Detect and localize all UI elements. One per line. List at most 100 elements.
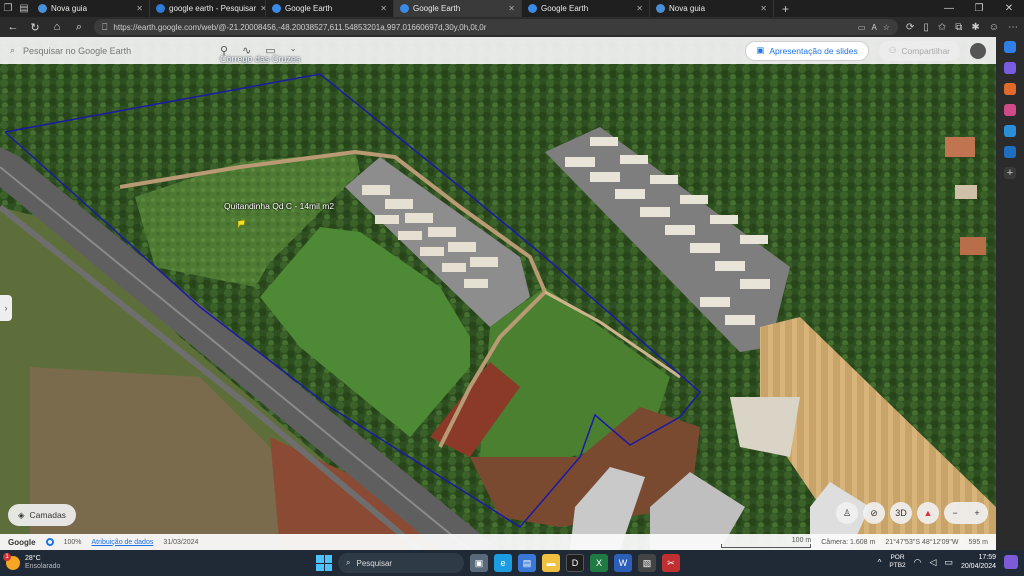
taskbar-search[interactable]: ⌕ Pesquisar (338, 553, 464, 573)
map-controls: ♙ ⊘ 3D ▲ − + (836, 502, 988, 524)
tab-close-icon[interactable]: ✕ (380, 4, 387, 13)
excel-icon[interactable]: X (590, 554, 608, 572)
tab-close-icon[interactable]: ✕ (508, 4, 515, 13)
lang-bottom: PTB2 (889, 562, 906, 569)
tab-google-earth-3[interactable]: Google Earth ✕ (522, 0, 650, 17)
weather-desc: Ensolarado (25, 563, 61, 570)
read-aloud-icon[interactable]: A (871, 23, 876, 32)
url-text[interactable]: https://earth.google.com/web/@-21.200084… (113, 23, 851, 32)
tab-close-icon[interactable]: ✕ (136, 4, 143, 13)
layers-label: Camadas (29, 510, 66, 520)
layers-button[interactable]: ◈ Camadas (8, 504, 76, 526)
close-window-icon[interactable]: ✕ (994, 3, 1024, 14)
tools-icon[interactable] (1004, 62, 1016, 74)
placemark-label[interactable]: Quitandinha Qd C - 14mil m2 (224, 201, 334, 211)
refresh-page-icon[interactable]: ⟳ (906, 22, 914, 33)
tab-nova-guia-2[interactable]: Nova guia ✕ (650, 0, 774, 17)
tab-close-icon[interactable]: ✕ (636, 4, 643, 13)
favorite-star-icon[interactable]: ☆ (883, 23, 890, 32)
screen: ❐ ▤ Nova guia ✕ google earth - Pesquisar… (0, 0, 1024, 576)
workspaces-icon[interactable]: ❐ (0, 0, 16, 17)
tray-chevron-icon[interactable]: ^ (878, 558, 882, 567)
games-icon[interactable] (1004, 104, 1016, 116)
profile-icon[interactable]: ☺ (989, 22, 999, 33)
file-explorer-icon[interactable]: ▬ (542, 554, 560, 572)
reader-icon[interactable]: ▭ (858, 23, 866, 32)
snipping-tool-icon[interactable]: ✂ (662, 554, 680, 572)
earth-search-input[interactable]: Pesquisar no Google Earth (23, 46, 131, 56)
favorites-icon[interactable]: ✩ (938, 22, 946, 33)
account-avatar[interactable] (970, 42, 986, 59)
windows-taskbar: 1 28°C Ensolarado ⌕ Pesquisar ▣ e ▤ ▬ D … (0, 550, 1024, 576)
tab-google-earth-active[interactable]: Google Earth ✕ (394, 0, 522, 17)
wifi-icon[interactable]: ◠ (914, 557, 922, 568)
expand-panel-icon[interactable]: › (0, 295, 12, 321)
shopping-icon[interactable] (1004, 83, 1016, 95)
share-label: Compartilhar (901, 45, 950, 56)
dell-icon[interactable]: D (566, 554, 584, 572)
tab-google-earth-search[interactable]: google earth - Pesquisar ✕ (150, 0, 266, 17)
language-indicator[interactable]: POR PTB2 (889, 554, 905, 570)
refresh-icon[interactable]: ↻ (28, 21, 42, 34)
share-button[interactable]: ⚇ Compartilhar (878, 40, 960, 61)
tab-favicon-icon (272, 4, 281, 13)
zoom-in-icon[interactable]: + (966, 502, 988, 524)
satellite-imagery[interactable] (0, 37, 996, 550)
tab-favicon-icon (528, 4, 537, 13)
taskbar-search-label: Pesquisar (356, 558, 393, 568)
windows-start-icon[interactable] (316, 555, 332, 571)
microsoft-store-icon[interactable]: ▤ (518, 554, 536, 572)
taskbar-apps: ⌕ Pesquisar ▣ e ▤ ▬ D X W ▧ ✂ (316, 553, 680, 573)
back-icon[interactable]: ← (6, 21, 20, 33)
tab-label: Google Earth (285, 4, 333, 13)
maximize-icon[interactable]: ❐ (964, 3, 994, 14)
earth-toolbar: ⌕ Pesquisar no Google Earth ⚲ ∿ ▭ ⌄ ▣ Ap… (0, 37, 996, 64)
minimize-icon[interactable]: — (934, 3, 964, 14)
tab-close-icon[interactable]: ✕ (760, 4, 767, 13)
slideshow-button[interactable]: ▣ Apresentação de slides (745, 40, 869, 61)
photos-icon[interactable]: ▧ (638, 554, 656, 572)
extensions-icon[interactable]: ✱ (971, 22, 979, 33)
weather-temp: 28°C (25, 555, 41, 562)
tab-google-earth-1[interactable]: Google Earth ✕ (266, 0, 394, 17)
browser-nav-bar: ← ↻ ⌂ ⌕ ⎕ https://earth.google.com/web/@… (0, 17, 1024, 37)
zoom-out-icon[interactable]: − (944, 502, 966, 524)
battery-icon[interactable]: ▭ (944, 557, 953, 568)
reset-view-icon[interactable]: ⊘ (863, 502, 885, 524)
more-menu-icon[interactable]: ⋯ (1008, 22, 1018, 33)
tab-actions-icon[interactable]: ▤ (16, 0, 32, 17)
lang-top: POR (890, 554, 905, 561)
pegman-icon[interactable]: ♙ (836, 502, 858, 524)
earth-map-viewport[interactable]: ⌕ Pesquisar no Google Earth ⚲ ∿ ▭ ⌄ ▣ Ap… (0, 37, 996, 550)
loading-ring-icon (45, 538, 54, 546)
edge-browser-icon[interactable]: e (494, 554, 512, 572)
earth-status-bar: Google 100% Atribuição de dados 31/03/20… (0, 534, 996, 550)
compass-icon[interactable]: ▲ (917, 502, 939, 524)
word-icon[interactable]: W (614, 554, 632, 572)
data-attribution-link[interactable]: Atribuição de dados (91, 539, 153, 546)
tab-favicon-icon (156, 4, 165, 13)
split-screen-icon[interactable]: ▯ (923, 22, 929, 33)
camera-altitude: Câmera: 1.608 m (821, 538, 876, 546)
office-icon[interactable] (1004, 125, 1016, 137)
copilot-icon[interactable] (1004, 41, 1016, 53)
site-info-icon[interactable]: ⎕ (102, 22, 107, 33)
notifications-icon[interactable] (1004, 555, 1018, 569)
new-tab-button[interactable]: + (774, 2, 797, 16)
address-bar[interactable]: ⎕ https://earth.google.com/web/@-21.2000… (94, 19, 898, 35)
placemark-pin-icon[interactable] (236, 219, 247, 230)
collections-icon[interactable]: ⧉ (955, 22, 962, 33)
outlook-icon[interactable] (1004, 146, 1016, 158)
tab-nova-guia-1[interactable]: Nova guia ✕ (32, 0, 150, 17)
toggle-3d-button[interactable]: 3D (890, 502, 912, 524)
add-sidebar-app-icon[interactable]: + (1004, 167, 1016, 179)
volume-icon[interactable]: ◁ (930, 557, 937, 568)
home-icon[interactable]: ⌂ (50, 21, 64, 33)
task-view-icon[interactable]: ▣ (470, 554, 488, 572)
earth-search-box[interactable]: ⌕ Pesquisar no Google Earth (10, 45, 210, 56)
search-icon[interactable]: ⌕ (72, 21, 86, 34)
weather-widget[interactable]: 1 28°C Ensolarado (3, 553, 61, 571)
scale-bar[interactable]: 100 m (721, 537, 812, 548)
clock[interactable]: 17:59 20/04/2024 (961, 553, 996, 571)
tab-favicon-icon (656, 4, 665, 13)
